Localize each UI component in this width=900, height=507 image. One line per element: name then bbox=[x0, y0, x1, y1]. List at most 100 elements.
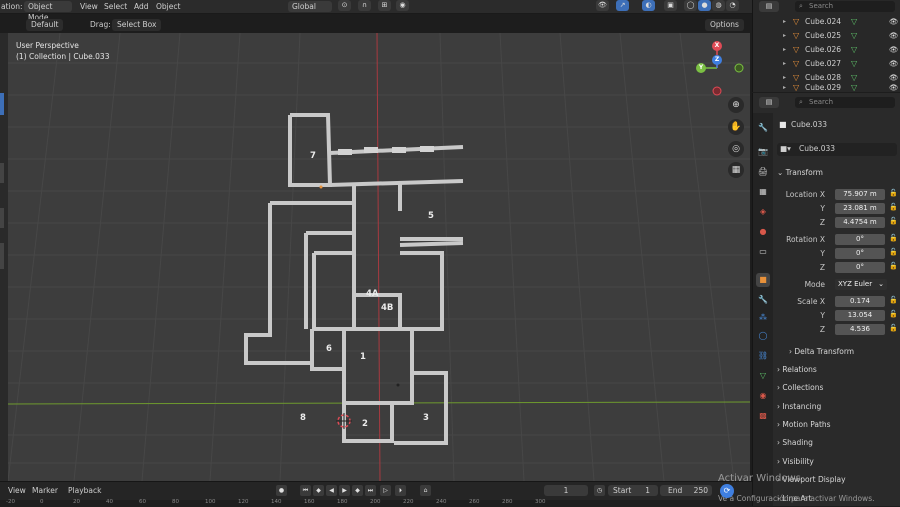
lock-icon[interactable]: 🔓 bbox=[889, 203, 898, 211]
zoom-icon[interactable]: ⊕ bbox=[728, 97, 744, 113]
record-icon[interactable]: ● bbox=[276, 485, 287, 496]
proportional-edit-icon[interactable]: ◉ bbox=[396, 0, 409, 11]
jump-end-icon[interactable]: ⏭ bbox=[365, 485, 376, 496]
snap-icon[interactable]: ∩ bbox=[358, 0, 371, 11]
gizmo-x-icon[interactable]: X bbox=[712, 41, 722, 51]
eye-icon[interactable]: 👁 bbox=[889, 15, 899, 28]
rotation-mode-dropdown[interactable]: XYZ Euler ⌄ bbox=[835, 279, 887, 290]
eye-icon[interactable]: 👁 bbox=[889, 43, 899, 56]
active-tool-indicator[interactable] bbox=[0, 93, 4, 115]
step-forward-icon[interactable]: ▷ bbox=[380, 485, 391, 496]
clock-icon[interactable]: ◷ bbox=[594, 485, 605, 496]
rotation-y-field[interactable]: 0° bbox=[835, 248, 885, 259]
drag-dropdown[interactable]: Select Box bbox=[112, 19, 162, 31]
outliner-item[interactable]: ▸ ▽ Cube.029 ▽ 👁 bbox=[753, 84, 900, 92]
outliner-item[interactable]: ▸ ▽ Cube.028 ▽ 👁 bbox=[753, 71, 900, 84]
expand-arrow-icon[interactable]: ▸ bbox=[783, 57, 786, 70]
expand-arrow-icon[interactable]: ▸ bbox=[783, 43, 786, 56]
expand-arrow-icon[interactable]: ▸ bbox=[783, 71, 786, 84]
play-reverse-icon[interactable]: ◀ bbox=[326, 485, 337, 496]
end-frame-field[interactable]: End 250 bbox=[660, 485, 712, 496]
outliner-search-input[interactable]: ⌕ Search bbox=[795, 1, 895, 12]
lock-icon[interactable]: 🔓 bbox=[889, 296, 898, 304]
transform-orientation-dropdown[interactable]: Global bbox=[288, 1, 332, 12]
jump-keyframe-back-icon[interactable]: ◆ bbox=[313, 485, 324, 496]
world-tab-icon[interactable]: ● bbox=[756, 225, 770, 239]
gizmo-toggle-icon[interactable]: ↗ bbox=[616, 0, 629, 11]
shading-wireframe-icon[interactable]: ◯ bbox=[684, 0, 697, 11]
timeline-menu-view[interactable]: View bbox=[8, 485, 26, 496]
options-dropdown[interactable]: Options bbox=[705, 19, 744, 31]
gizmo-z-icon[interactable]: Z bbox=[712, 55, 722, 65]
properties-search-input[interactable]: ⌕ Search bbox=[795, 97, 895, 108]
lock-icon[interactable]: 🔓 bbox=[889, 262, 898, 270]
location-y-field[interactable]: 23.081 m bbox=[835, 203, 885, 214]
expand-arrow-icon[interactable]: ▸ bbox=[783, 84, 786, 92]
tool-button[interactable] bbox=[0, 243, 4, 269]
rotation-z-field[interactable]: 0° bbox=[835, 262, 885, 273]
object-tab-icon[interactable]: ■ bbox=[756, 273, 770, 287]
tool-button[interactable] bbox=[0, 208, 4, 228]
jump-keyframe-forward-icon[interactable]: ◆ bbox=[352, 485, 363, 496]
orientation-dropdown[interactable]: Default bbox=[26, 19, 64, 31]
lock-icon[interactable]: 🔓 bbox=[889, 217, 898, 225]
lock-icon[interactable]: 🔓 bbox=[889, 248, 898, 256]
pan-hand-icon[interactable]: ✋ bbox=[728, 119, 744, 135]
collection-tab-icon[interactable]: ▭ bbox=[756, 245, 770, 259]
update-notification-icon[interactable]: ⟳ bbox=[720, 484, 734, 498]
menu-select[interactable]: Select bbox=[104, 1, 127, 13]
menu-object[interactable]: Object bbox=[156, 1, 180, 13]
play-icon[interactable]: ▶ bbox=[339, 485, 350, 496]
tool-button[interactable] bbox=[0, 163, 4, 183]
eye-icon[interactable]: 👁 bbox=[889, 29, 899, 42]
keying-set-icon[interactable]: ⌂ bbox=[420, 485, 431, 496]
lock-icon[interactable]: 🔓 bbox=[889, 324, 898, 332]
location-z-field[interactable]: 4.4754 m bbox=[835, 217, 885, 228]
pivot-icon[interactable]: ⊙ bbox=[338, 0, 351, 11]
relations-header[interactable]: › Relations bbox=[777, 364, 817, 376]
lock-icon[interactable]: 🔓 bbox=[889, 234, 898, 242]
properties-editor-icon[interactable]: ▤ bbox=[759, 97, 779, 108]
start-frame-field[interactable]: Start 1 bbox=[608, 485, 658, 496]
perspective-toggle-icon[interactable]: ▦ bbox=[728, 162, 744, 178]
object-name-field[interactable]: ■▾ Cube.033 bbox=[777, 143, 897, 156]
shading-material-icon[interactable]: ◍ bbox=[712, 0, 725, 11]
3d-viewport[interactable]: User Perspective (1) Collection | Cube.0… bbox=[8, 33, 750, 481]
modifier-tab-icon[interactable]: 🔧 bbox=[756, 293, 770, 307]
lock-icon[interactable]: 🔓 bbox=[889, 310, 898, 318]
step-end-icon[interactable]: ⏵ bbox=[395, 485, 406, 496]
lock-icon[interactable]: 🔓 bbox=[889, 189, 898, 197]
material-tab-icon[interactable]: ◉ bbox=[756, 389, 770, 403]
texture-tab-icon[interactable]: ▩ bbox=[756, 409, 770, 423]
camera-view-icon[interactable]: ◎ bbox=[728, 141, 744, 157]
timeline-menu-marker[interactable]: Marker bbox=[32, 485, 58, 496]
shading-solid-icon[interactable]: ● bbox=[698, 0, 711, 11]
timeline-menu-playback[interactable]: Playback bbox=[68, 485, 101, 496]
outliner-item[interactable]: ▸ ▽ Cube.027 ▽ 👁 bbox=[753, 57, 900, 70]
rotation-x-field[interactable]: 0° bbox=[835, 234, 885, 245]
menu-view[interactable]: View bbox=[80, 1, 98, 13]
eye-icon[interactable]: 👁 bbox=[889, 71, 899, 84]
overlay-toggle-icon[interactable]: ◐ bbox=[642, 0, 655, 11]
visibility-icon[interactable]: 👁 bbox=[596, 0, 609, 11]
scene-tab-icon[interactable]: ◈ bbox=[756, 205, 770, 219]
menu-add[interactable]: Add bbox=[134, 1, 149, 13]
visibility-header[interactable]: › Visibility bbox=[777, 456, 814, 468]
gizmo-y-icon[interactable]: Y bbox=[696, 63, 706, 73]
constraint-tab-icon[interactable]: ⛓ bbox=[756, 349, 770, 363]
outliner-display-mode-icon[interactable]: ▤ bbox=[759, 1, 779, 12]
scale-y-field[interactable]: 13.054 bbox=[835, 310, 885, 321]
scale-x-field[interactable]: 0.174 bbox=[835, 296, 885, 307]
render-tab-icon[interactable]: 📷 bbox=[756, 145, 770, 159]
xray-icon[interactable]: ▣ bbox=[664, 0, 677, 11]
outliner-item[interactable]: ▸ ▽ Cube.026 ▽ 👁 bbox=[753, 43, 900, 56]
jump-start-icon[interactable]: ⏮ bbox=[300, 485, 311, 496]
physics-tab-icon[interactable]: ◯ bbox=[756, 329, 770, 343]
shading-rendered-icon[interactable]: ◔ bbox=[726, 0, 739, 11]
location-x-field[interactable]: 75.907 m bbox=[835, 189, 885, 200]
object-mode-dropdown[interactable]: Object Mode bbox=[24, 1, 72, 22]
eye-icon[interactable]: 👁 bbox=[889, 84, 899, 92]
outliner-item[interactable]: ▸ ▽ Cube.025 ▽ 👁 bbox=[753, 29, 900, 42]
outliner-item[interactable]: ▸ ▽ Cube.024 ▽ 👁 bbox=[753, 15, 900, 28]
particles-tab-icon[interactable]: ⁂ bbox=[756, 311, 770, 325]
